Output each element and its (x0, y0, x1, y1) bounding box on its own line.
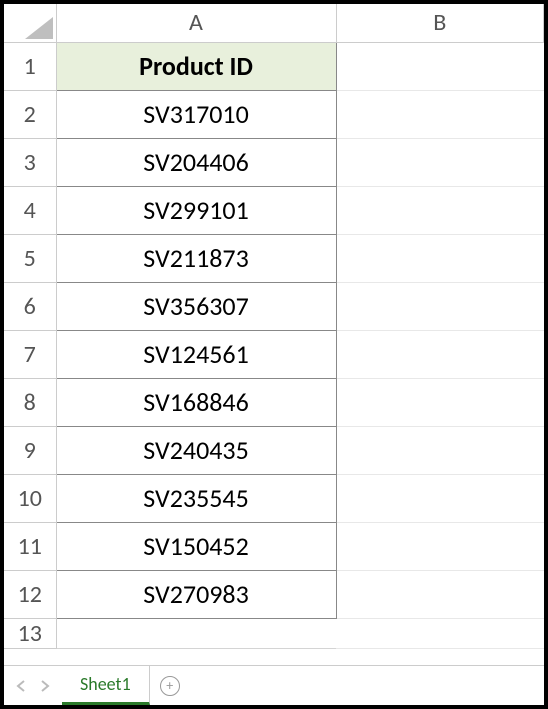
column-header-B[interactable]: B (336, 4, 544, 42)
cell-B11[interactable] (336, 522, 544, 570)
row-header-13[interactable]: 13 (4, 618, 56, 648)
cell-A1[interactable]: Product ID (56, 42, 336, 90)
row-header-6[interactable]: 6 (4, 282, 56, 330)
column-header-A[interactable]: A (56, 4, 336, 42)
row-header-5[interactable]: 5 (4, 234, 56, 282)
cell-A6[interactable]: SV356307 (56, 282, 336, 330)
cell-B10[interactable] (336, 474, 544, 522)
cell-A9[interactable]: SV240435 (56, 426, 336, 474)
plus-icon: + (160, 676, 180, 696)
cell-B12[interactable] (336, 570, 544, 618)
row-header-9[interactable]: 9 (4, 426, 56, 474)
row-header-12[interactable]: 12 (4, 570, 56, 618)
cell-B6[interactable] (336, 282, 544, 330)
row-header-1[interactable]: 1 (4, 42, 56, 90)
sheet-tab-bar: Sheet1 + (4, 665, 544, 705)
cell-A2[interactable]: SV317010 (56, 90, 336, 138)
row-header-2[interactable]: 2 (4, 90, 56, 138)
cell-B5[interactable] (336, 234, 544, 282)
row-header-4[interactable]: 4 (4, 186, 56, 234)
cell-B13[interactable] (336, 618, 544, 648)
cell-B4[interactable] (336, 186, 544, 234)
cell-A12[interactable]: SV270983 (56, 570, 336, 618)
cell-A3[interactable]: SV204406 (56, 138, 336, 186)
cell-A8[interactable]: SV168846 (56, 378, 336, 426)
cell-B1[interactable] (336, 42, 544, 90)
cell-A11[interactable]: SV150452 (56, 522, 336, 570)
tab-nav-prev-icon[interactable] (10, 671, 32, 701)
select-all-triangle-icon (25, 17, 53, 39)
row-header-3[interactable]: 3 (4, 138, 56, 186)
cell-A10[interactable]: SV235545 (56, 474, 336, 522)
cell-A7[interactable]: SV124561 (56, 330, 336, 378)
tab-nav-group (4, 666, 62, 705)
add-sheet-button[interactable]: + (150, 666, 190, 705)
tab-nav-next-icon[interactable] (34, 671, 56, 701)
row-header-7[interactable]: 7 (4, 330, 56, 378)
row-header-11[interactable]: 11 (4, 522, 56, 570)
select-all-corner[interactable] (4, 4, 56, 42)
cell-B9[interactable] (336, 426, 544, 474)
cell-A5[interactable]: SV211873 (56, 234, 336, 282)
sheet-tab-active[interactable]: Sheet1 (62, 666, 150, 705)
cell-B8[interactable] (336, 378, 544, 426)
cell-A13[interactable] (56, 618, 336, 648)
cell-B3[interactable] (336, 138, 544, 186)
row-header-10[interactable]: 10 (4, 474, 56, 522)
cell-A4[interactable]: SV299101 (56, 186, 336, 234)
cell-B7[interactable] (336, 330, 544, 378)
cell-B2[interactable] (336, 90, 544, 138)
row-header-8[interactable]: 8 (4, 378, 56, 426)
spreadsheet-grid[interactable]: A B 1 Product ID 2 SV317010 3 SV204406 4… (4, 4, 544, 665)
